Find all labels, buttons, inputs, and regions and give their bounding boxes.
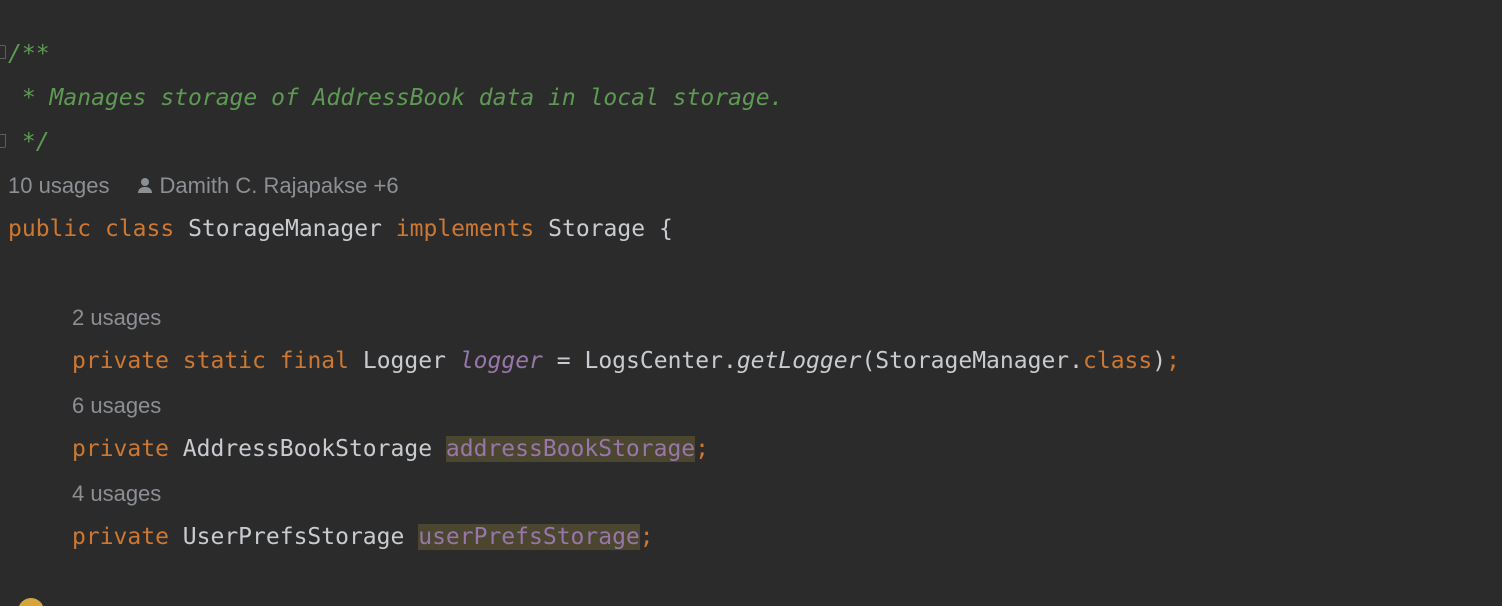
keyword-public: public: [8, 216, 92, 242]
doc-comment-open: /**: [8, 32, 50, 76]
doc-comment-open-text: /**: [8, 41, 50, 67]
logger-usages-text[interactable]: 2 usages: [72, 305, 161, 330]
code-editor[interactable]: /** * Manages storage of AddressBook dat…: [0, 0, 1502, 606]
class-name[interactable]: StorageManager: [188, 216, 382, 242]
lightbulb-icon[interactable]: [18, 598, 44, 606]
user-prefs-storage-field[interactable]: userPrefsStorage: [418, 524, 640, 550]
get-logger-arg[interactable]: (StorageManager.: [861, 348, 1083, 374]
get-logger-method[interactable]: getLogger: [737, 348, 862, 374]
assign-operator: =: [556, 348, 571, 374]
doc-comment-close-text: */: [8, 129, 50, 155]
class-usages-hint[interactable]: 10 usages: [8, 173, 110, 198]
address-book-field-declaration[interactable]: private AddressBookStorage addressBookSt…: [72, 427, 709, 471]
fold-marker-icon[interactable]: [0, 134, 6, 148]
open-brace: {: [658, 216, 673, 242]
fold-marker-icon[interactable]: [0, 45, 6, 59]
logger-type[interactable]: Logger: [363, 348, 446, 374]
semicolon: ;: [639, 524, 654, 550]
interface-name[interactable]: Storage: [548, 216, 645, 242]
keyword-class: class: [104, 216, 175, 242]
close-paren: ): [1152, 348, 1167, 374]
keyword-private: private: [72, 436, 169, 462]
class-declaration[interactable]: public class StorageManager implements S…: [8, 207, 673, 251]
keyword-private: private: [72, 524, 169, 550]
keyword-final: final: [279, 348, 349, 374]
semicolon: ;: [695, 436, 710, 462]
logger-field-name[interactable]: logger: [460, 348, 543, 374]
address-book-storage-field[interactable]: addressBookStorage: [445, 436, 696, 462]
user-prefs-storage-type[interactable]: UserPrefsStorage: [183, 524, 405, 550]
doc-comment-close: */: [8, 120, 50, 164]
person-icon: [137, 178, 152, 194]
address-book-storage-type[interactable]: AddressBookStorage: [183, 436, 432, 462]
doc-comment-text: * Manages storage of AddressBook data in…: [8, 76, 784, 120]
address-usages-hint[interactable]: 6 usages: [72, 391, 161, 421]
class-inlay-hint[interactable]: 10 usages Damith C. Rajapakse +6: [8, 171, 399, 201]
keyword-class-literal: class: [1083, 348, 1153, 374]
semicolon: ;: [1166, 348, 1180, 374]
doc-comment-body: * Manages storage of AddressBook data in…: [8, 85, 784, 111]
user-prefs-field-declaration[interactable]: private UserPrefsStorage userPrefsStorag…: [72, 515, 654, 559]
keyword-implements: implements: [395, 216, 535, 242]
class-author-hint[interactable]: Damith C. Rajapakse +6: [160, 173, 399, 198]
keyword-static: static: [182, 348, 266, 374]
logs-center-ref[interactable]: LogsCenter.: [584, 348, 736, 374]
keyword-private: private: [72, 348, 169, 374]
prefs-usages-text[interactable]: 4 usages: [72, 481, 161, 506]
address-usages-text[interactable]: 6 usages: [72, 393, 161, 418]
logger-usages-hint[interactable]: 2 usages: [72, 303, 161, 333]
prefs-usages-hint[interactable]: 4 usages: [72, 479, 161, 509]
logger-field-declaration[interactable]: private static final Logger logger = Log…: [72, 339, 1180, 383]
